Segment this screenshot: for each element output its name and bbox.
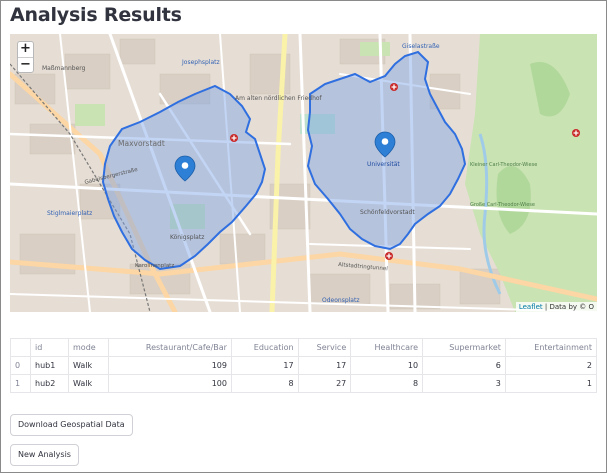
- leaflet-link[interactable]: Leaflet: [519, 303, 543, 311]
- col-header-healthcare[interactable]: Healthcare: [350, 338, 424, 357]
- cell-supermarket: 3: [422, 374, 506, 393]
- new-analysis-button[interactable]: New Analysis: [10, 444, 79, 466]
- table-row: 0 hub1 Walk 109 17 17 10 6 2: [10, 356, 598, 375]
- label-grosse-wiese: Große Carl-Theodor-Wiese: [470, 202, 535, 208]
- label-massmannberg: Maßmannberg: [42, 65, 86, 72]
- page-title: Analysis Results: [10, 4, 182, 26]
- hospital-icon: [390, 83, 398, 91]
- label-alter-friedhof: Am alten nördlichen Friedhof: [235, 95, 323, 102]
- cell-service: 27: [297, 374, 352, 393]
- hospital-icon: [572, 129, 580, 137]
- col-header-entertainment[interactable]: Entertainment: [504, 338, 598, 357]
- results-table: id mode Restaurant/Cafe/Bar Education Se…: [10, 338, 598, 393]
- label-schoenfeld: Schönfeldvorstadt: [360, 209, 415, 216]
- cell-restaurant: 109: [108, 356, 232, 375]
- cell-mode: Walk: [68, 374, 109, 393]
- map-view[interactable]: Josephsplatz Giselastraße Maßmannberg Am…: [10, 34, 597, 312]
- label-koenigsplatz: Königsplatz: [170, 234, 204, 241]
- label-karolinenplatz: Karolinenplatz: [135, 263, 174, 269]
- col-header-supermarket[interactable]: Supermarket: [422, 338, 506, 357]
- cell-index: 1: [10, 374, 31, 393]
- download-geospatial-data-button[interactable]: Download Geospatial Data: [10, 414, 133, 436]
- col-header-service[interactable]: Service: [297, 338, 352, 357]
- cell-entertainment: 1: [504, 374, 598, 393]
- label-universitaet: Universität: [367, 161, 400, 168]
- map-canvas[interactable]: Josephsplatz Giselastraße Maßmannberg Am…: [10, 34, 597, 312]
- label-kleine-wiese: Kleiner Carl-Theodor-Wiese: [470, 162, 537, 168]
- attribution-text: | Data by © O: [544, 303, 594, 311]
- green-patch: [75, 104, 105, 126]
- map-attribution: Leaflet | Data by © O: [515, 302, 597, 312]
- label-stiglmaierplatz: Stiglmaierplatz: [47, 210, 92, 217]
- green-patch: [360, 42, 390, 56]
- cell-mode: Walk: [68, 356, 109, 375]
- zoom-in-button[interactable]: +: [18, 42, 33, 57]
- zoom-out-button[interactable]: −: [18, 57, 33, 72]
- cell-id: hub2: [30, 374, 69, 393]
- cell-index: 0: [10, 356, 31, 375]
- col-header-mode[interactable]: mode: [68, 338, 109, 357]
- cell-restaurant: 100: [108, 374, 232, 393]
- cell-entertainment: 2: [504, 356, 598, 375]
- cell-supermarket: 6: [422, 356, 506, 375]
- cell-education: 17: [230, 356, 299, 375]
- label-josephsplatz: Josephsplatz: [181, 59, 220, 66]
- zoom-control: + −: [17, 41, 34, 73]
- label-maxvorstadt: Maxvorstadt: [118, 139, 165, 148]
- table-header-row: id mode Restaurant/Cafe/Bar Education Se…: [10, 338, 598, 357]
- cell-healthcare: 10: [350, 356, 424, 375]
- cell-service: 17: [297, 356, 352, 375]
- cell-education: 8: [230, 374, 299, 393]
- label-giselastrasse: Giselastraße: [402, 43, 440, 50]
- col-header-education[interactable]: Education: [230, 338, 299, 357]
- cell-id: hub1: [30, 356, 69, 375]
- cell-healthcare: 8: [350, 374, 424, 393]
- hospital-icon: [385, 252, 393, 260]
- col-header-id[interactable]: id: [30, 338, 69, 357]
- col-header-index[interactable]: [10, 338, 31, 357]
- label-odeonsplatz: Odeonsplatz: [322, 297, 359, 304]
- table-row: 1 hub2 Walk 100 8 27 8 3 1: [10, 374, 598, 393]
- hospital-icon: [230, 134, 238, 142]
- col-header-restaurant[interactable]: Restaurant/Cafe/Bar: [108, 338, 232, 357]
